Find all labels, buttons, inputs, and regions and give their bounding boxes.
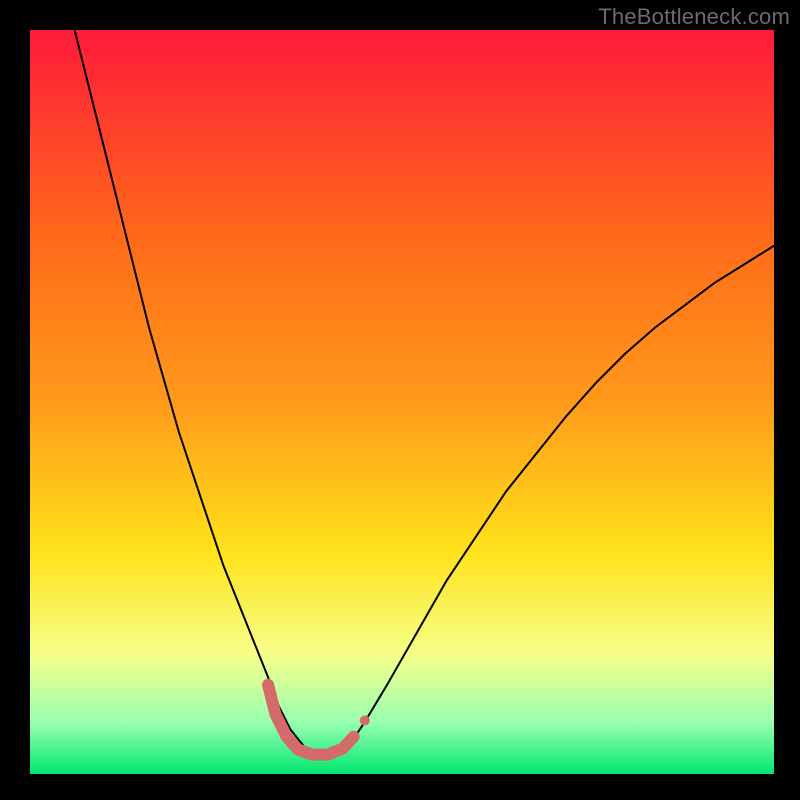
chart-container: TheBottleneck.com [0,0,800,800]
bottleneck-chart [0,0,800,800]
plot-background [30,30,774,774]
watermark-label: TheBottleneck.com [598,4,790,30]
highlight-dot [360,715,370,725]
